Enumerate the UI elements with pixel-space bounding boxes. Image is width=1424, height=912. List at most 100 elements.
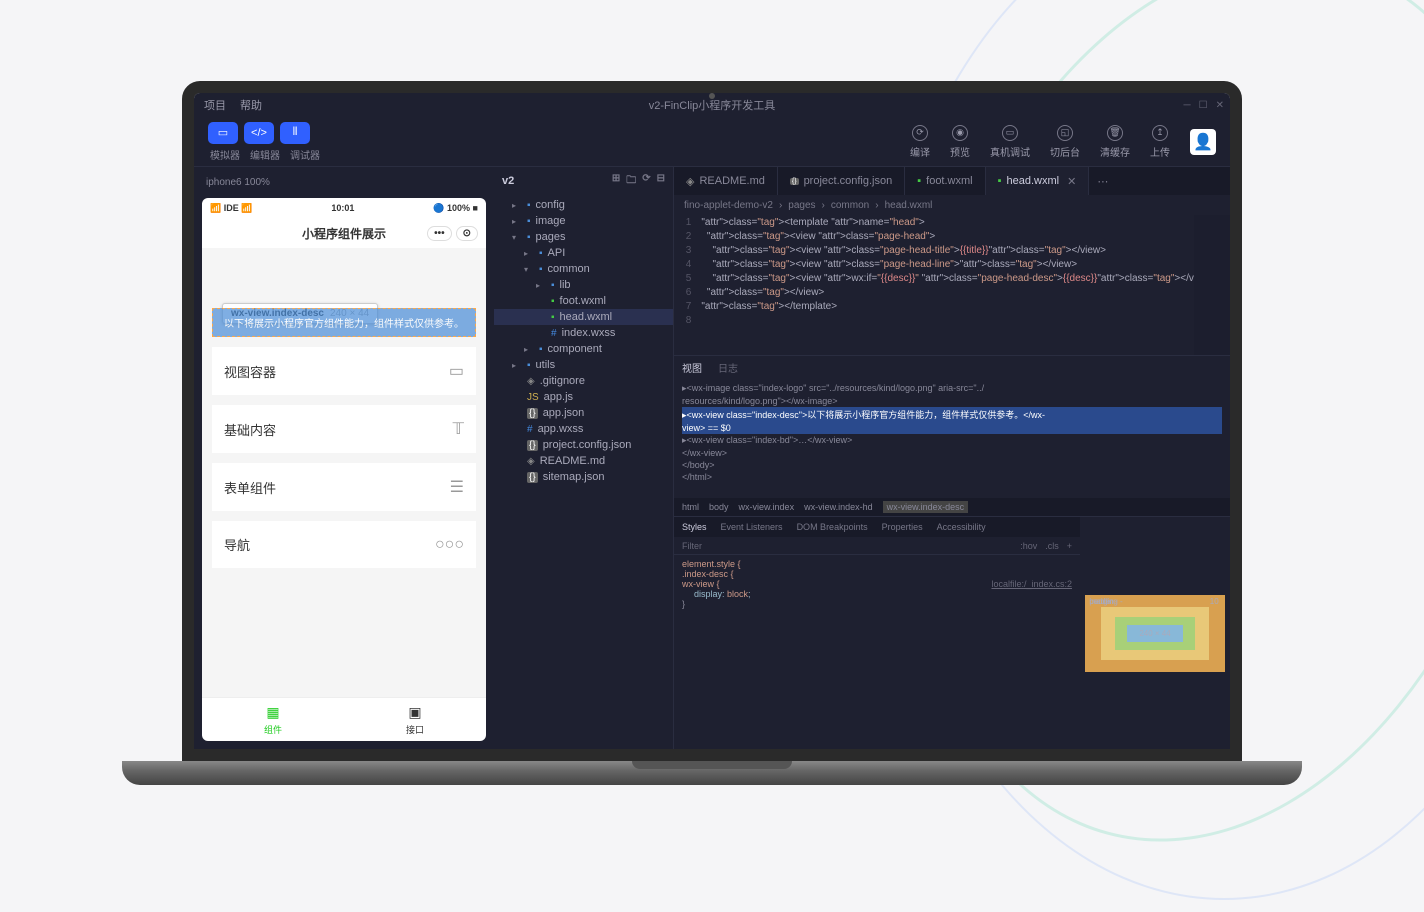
menu-help[interactable]: 帮助 [240,97,262,113]
tree-item[interactable]: ▸▪image [494,213,673,229]
box-model: margin10 border - padding - 240 × 44 [1080,517,1230,749]
grid-icon: ▦ [266,704,279,721]
item-icon: ▭ [449,361,464,381]
tree-item[interactable]: ▪foot.wxml [494,293,673,309]
project-name: v2 [502,175,514,187]
hov-toggle[interactable]: :hov [1020,541,1037,551]
item-icon: 𝕋 [453,419,464,439]
dom-crumb[interactable]: html [682,502,699,512]
close-tab-icon[interactable]: ✕ [1067,175,1076,188]
status-time: 10:01 [331,203,354,213]
devtools: 视图 日志 ▸<wx-image class="index-logo" src=… [674,355,1230,749]
debugger-label: 调试器 [290,147,320,162]
tree-item[interactable]: JSapp.js [494,389,673,405]
minimap[interactable] [1194,215,1230,355]
menu-project[interactable]: 项目 [204,97,226,113]
editor-tab[interactable]: ▪head.wxml✕ [986,167,1090,195]
upload-icon: ↥ [1152,125,1168,141]
file-explorer: v2 ⊞ 🗀 ⟳ ⊟ ▸▪config▸▪image▾▪pages▸▪API▾▪… [494,167,674,749]
debugger-toggle-button[interactable]: ⫴ [280,122,310,144]
tree-item[interactable]: ▸▪lib [494,277,673,293]
list-item[interactable]: 基础内容𝕋 [212,405,476,453]
highlighted-element[interactable]: 以下将展示小程序官方组件能力，组件样式仅供参考。 [212,308,476,337]
tree-item[interactable]: {}sitemap.json [494,469,673,485]
status-battery: 🔵 100% ■ [433,203,478,214]
tab-components[interactable]: ▦组件 [202,698,344,741]
preview-button[interactable]: ◉预览 [950,125,970,159]
styles-tab[interactable]: Event Listeners [721,522,783,532]
new-file-icon[interactable]: ⊞ [612,173,620,190]
tree-item[interactable]: {}project.config.json [494,437,673,453]
collapse-icon[interactable]: ⊟ [657,173,665,190]
refresh-icon[interactable]: ⟳ [642,173,650,190]
tree-item[interactable]: #app.wxss [494,421,673,437]
styles-tab[interactable]: Styles [682,522,707,532]
editor-tab[interactable]: {}project.config.json [778,167,905,195]
styles-filter[interactable]: Filter [682,541,702,551]
app-title: 小程序组件展示 [302,225,386,242]
tree-item[interactable]: ▸▪utils [494,357,673,373]
code-editor[interactable]: 12345678 "attr">class="tag"><template "a… [674,215,1230,355]
tree-item[interactable]: ▾▪pages [494,229,673,245]
status-signal: 📶 IDE 📶 [210,203,252,214]
dom-panel[interactable]: ▸<wx-image class="index-logo" src="../re… [674,378,1230,498]
tree-item[interactable]: #index.wxss [494,325,673,341]
eye-icon: ◉ [952,125,968,141]
tabs-more-icon[interactable]: ⋯ [1089,175,1116,188]
compile-icon: ⟳ [912,125,928,141]
css-rules[interactable]: element.style {.index-desc {</span></div… [674,555,1080,613]
tree-item[interactable]: ▸▪API [494,245,673,261]
tree-item[interactable]: ◈README.md [494,453,673,469]
dt-tab-view[interactable]: 视图 [682,360,702,375]
editor-tab[interactable]: ◈README.md [674,167,778,195]
close-icon[interactable]: ✕ [1216,100,1224,111]
maximize-icon[interactable]: ☐ [1199,100,1208,111]
remote-debug-button[interactable]: ▭真机调试 [990,125,1030,159]
clear-cache-button[interactable]: 🗑清缓存 [1100,125,1130,159]
tree-item[interactable]: ◈.gitignore [494,373,673,389]
list-item[interactable]: 表单组件☰ [212,463,476,511]
add-rule-button[interactable]: + [1067,541,1072,551]
styles-tab[interactable]: Properties [882,522,923,532]
phone-preview: 📶 IDE 📶 10:01 🔵 100% ■ 小程序组件展示 ••• ⊙ wx-… [202,198,486,741]
editor-toggle-button[interactable]: </> [244,122,274,144]
tree-item[interactable]: ▾▪common [494,261,673,277]
dom-breadcrumb[interactable]: html body wx-view.index wx-view.index-hd wx-… [674,498,1230,516]
styles-tab[interactable]: DOM Breakpoints [797,522,868,532]
cls-toggle[interactable]: .cls [1045,541,1059,551]
editor-tab[interactable]: ▪foot.wxml [905,167,985,195]
compile-button[interactable]: ⟳编译 [910,125,930,159]
minimize-icon[interactable]: ─ [1184,100,1191,111]
simulator-toggle-button[interactable]: ▭ [208,122,238,144]
tab-api[interactable]: ▣接口 [344,698,486,741]
device-info[interactable]: iphone6 100% [202,175,486,190]
editor-label: 编辑器 [250,147,280,162]
styles-tab[interactable]: Accessibility [937,522,986,532]
tree-item[interactable]: ▸▪config [494,197,673,213]
dt-tab-log[interactable]: 日志 [718,360,738,375]
more-button[interactable]: ••• [427,226,452,241]
simulator-panel: iphone6 100% 📶 IDE 📶 10:01 🔵 100% ■ 小程序组… [194,167,494,749]
tree-item[interactable]: ▸▪component [494,341,673,357]
cpu-icon: ▣ [408,704,421,721]
dom-crumb[interactable]: wx-view.index-hd [804,502,873,512]
dom-crumb[interactable]: wx-view.index [739,502,795,512]
close-app-button[interactable]: ⊙ [456,226,478,241]
background-button[interactable]: ◱切后台 [1050,125,1080,159]
toolbar: ▭ </> ⫴ 模拟器 编辑器 调试器 ⟳编译 ◉预览 ▭真机调试 ◱切后台 🗑… [194,117,1230,167]
laptop-frame: 项目 帮助 v2-FinClip小程序开发工具 ─ ☐ ✕ ▭ </> ⫴ 模拟… [182,81,1242,785]
editor-tabs: ◈README.md{}project.config.json▪foot.wxm… [674,167,1230,195]
tree-item[interactable]: {}app.json [494,405,673,421]
list-item[interactable]: 导航○○○ [212,521,476,568]
list-item[interactable]: 视图容器▭ [212,347,476,395]
item-icon: ☰ [450,477,464,497]
upload-button[interactable]: ↥上传 [1150,125,1170,159]
new-folder-icon[interactable]: 🗀 [626,173,636,190]
dom-crumb[interactable]: wx-view.index-desc [883,501,969,513]
simulator-label: 模拟器 [210,147,240,162]
tree-item[interactable]: ▪head.wxml [494,309,673,325]
ide-window: 项目 帮助 v2-FinClip小程序开发工具 ─ ☐ ✕ ▭ </> ⫴ 模拟… [194,93,1230,749]
avatar[interactable]: 👤 [1190,129,1216,155]
breadcrumb[interactable]: fino-applet-demo-v2›pages›common›head.wx… [674,195,1230,215]
dom-crumb[interactable]: body [709,502,729,512]
